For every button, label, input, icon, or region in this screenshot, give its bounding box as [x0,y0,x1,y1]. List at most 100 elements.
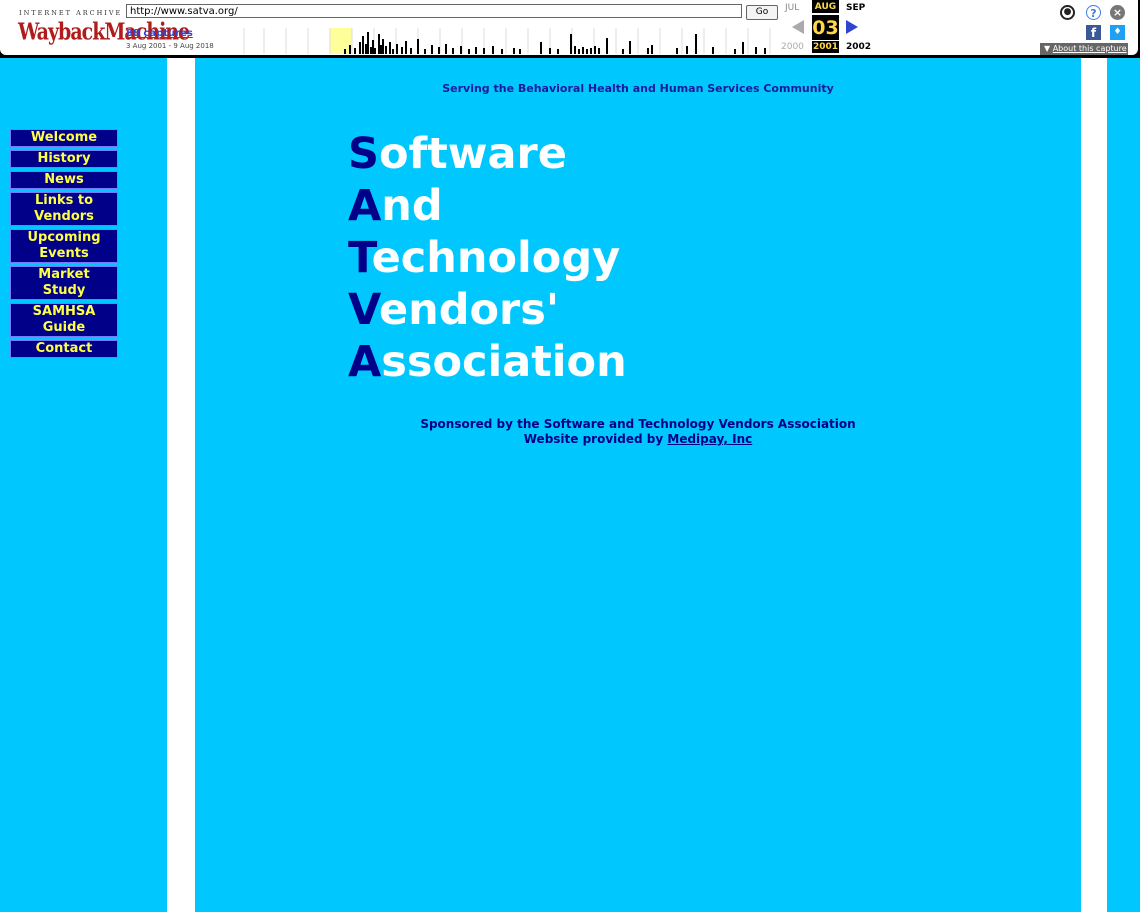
wayback-go-button[interactable]: Go [746,5,778,20]
twitter-icon[interactable]: ♦ [1110,25,1125,40]
acronym-rest: endors' [378,285,559,335]
sparkline-bar [582,47,584,54]
close-icon[interactable]: × [1110,5,1125,20]
wayback-logo-caption: INTERNET ARCHIVE [19,9,123,17]
sparkline-bar [370,47,372,54]
sparkline-bar [362,36,364,54]
sparkline-bar [519,49,521,54]
medipay-link[interactable]: Medipay, Inc [667,432,752,446]
acronym-rest: nd [381,181,443,231]
nav-item-market-study[interactable]: Market Study [10,266,118,300]
sparkline-bar [742,42,744,54]
help-icon[interactable]: ? [1086,5,1101,20]
month-current: AUG [812,0,839,13]
sparkline-bar [382,39,384,54]
satva-acronym: Software And Technology Vendors' Associa… [348,128,627,388]
nav-item-upcoming-events[interactable]: Upcoming Events [10,229,118,263]
left-white-stripe [167,58,195,912]
sparkline-bar [468,49,470,54]
wayback-url-input[interactable]: http://www.satva.org/ [126,4,742,18]
user-icon[interactable]: ● [1060,5,1075,20]
sparkline-bar [475,47,477,54]
sparkline-bar [651,45,653,54]
provided-by-prefix: Website provided by [523,432,664,446]
acronym-rest: ssociation [381,337,627,387]
captures-link[interactable]: 88 captures [126,28,193,39]
about-capture-button[interactable]: ▼ About this capture [1040,43,1128,55]
sparkline-bar [540,42,542,54]
sparkline-bar [405,41,407,54]
acronym-cap: V [348,285,379,335]
acronym-line: Vendors' [348,284,627,336]
sparkline-bar [378,34,380,54]
sponsor-line: Sponsored by the Software and Technology… [420,417,856,431]
sparkline-bar [385,46,387,54]
nav-item-contact[interactable]: Contact [10,340,118,358]
acronym-line: Association [348,336,627,388]
next-capture-arrow-icon[interactable] [846,20,858,34]
sparkline-bar [578,49,580,54]
sparkline-bar [590,48,592,54]
sparkline-bar [460,46,462,54]
sparkline-bar [431,45,433,54]
year-current: 2001 [812,41,839,53]
about-capture-label: About this capture [1052,44,1127,53]
sparkline-bar [492,46,494,54]
sparkline-bar [513,48,515,54]
sparkline-bar [629,41,631,54]
acronym-cap: T [348,233,372,283]
sparkline-bar [483,48,485,54]
sparkline-bars [344,32,766,54]
sparkline-bar [695,34,697,54]
nav-item-welcome[interactable]: Welcome [10,129,118,147]
sparkline-bar [410,48,412,54]
right-white-stripe [1081,58,1107,912]
nav-item-history[interactable]: History [10,150,118,168]
capture-sparkline[interactable] [224,28,777,54]
year-next[interactable]: 2002 [846,42,871,52]
wayback-toolbar-panel: INTERNET ARCHIVE WaybackMachine http://w… [0,0,1138,55]
site-tagline: Serving the Behavioral Health and Human … [442,82,834,95]
facebook-icon[interactable]: f [1086,25,1101,40]
sparkline-bar [734,49,736,54]
sparkline-bar [676,48,678,54]
main-content: Serving the Behavioral Health and Human … [195,58,1081,912]
sparkline-highlight-year [330,28,352,54]
prev-capture-arrow-icon[interactable] [792,20,804,34]
sparkline-bar [367,32,369,54]
sparkline-bar [445,44,447,54]
acronym-cap: S [348,129,379,179]
wayback-toolbar: INTERNET ARCHIVE WaybackMachine http://w… [0,0,1140,58]
sparkline-bar [712,47,714,54]
sparkline-bar [365,44,367,54]
sparkline-bar [570,34,572,54]
acronym-line: Technology [348,232,627,284]
nav-item-samhsa-guide[interactable]: SAMHSA Guide [10,303,118,337]
sparkline-bar [354,48,356,54]
sparkline-bar [557,49,559,54]
sparkline-bar [594,46,596,54]
sparkline-grid [243,28,771,54]
sparkline-bar [647,48,649,54]
capture-date-range: 3 Aug 2001 - 9 Aug 2018 [126,42,214,50]
sparkline-bar [344,49,346,54]
sparkline-bar [764,48,766,54]
sparkline-bar [452,48,454,54]
acronym-cap: A [348,181,382,231]
sparkline-bar [574,46,576,54]
sparkline-bar [606,38,608,54]
sparkline-bar [586,49,588,54]
year-prev[interactable]: 2000 [781,42,804,52]
nav-item-news[interactable]: News [10,171,118,189]
sparkline-bar [401,47,403,54]
sparkline-bar [372,40,374,54]
sparkline-bar [622,49,624,54]
nav-item-links-to-vendors[interactable]: Links to Vendors [10,192,118,226]
acronym-line: And [348,180,627,232]
provided-by-line: Website provided by Medipay, Inc [195,432,1081,447]
month-prev[interactable]: JUL [785,3,799,13]
month-next[interactable]: SEP [846,3,865,13]
sparkline-bar [389,42,391,54]
acronym-rest: oftware [378,129,567,179]
sparkline-bar [686,46,688,54]
